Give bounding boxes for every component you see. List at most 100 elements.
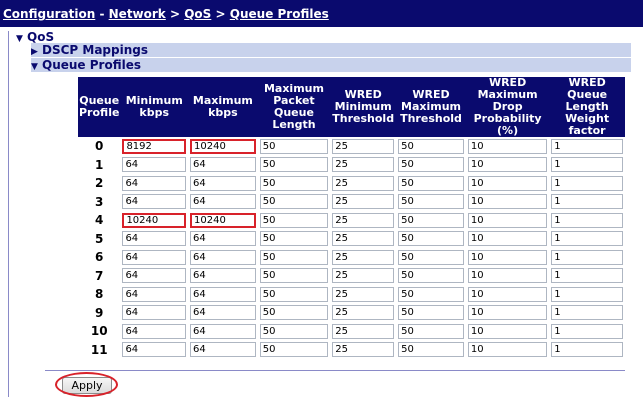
wred-min-threshold-input[interactable] <box>332 212 395 228</box>
wred-drop-probability-input[interactable] <box>467 323 548 339</box>
max-queue-length-input[interactable] <box>259 249 329 265</box>
wred-weight-factor-input[interactable] <box>551 231 623 247</box>
max-kbps-input[interactable] <box>190 157 256 173</box>
queue-profile-number: 8 <box>95 287 104 302</box>
wred-weight-factor-input[interactable] <box>551 323 623 339</box>
min-kbps-input[interactable] <box>122 175 187 191</box>
breadcrumb-configuration[interactable]: Configuration <box>3 7 95 21</box>
wred-min-threshold-input[interactable] <box>332 231 395 247</box>
breadcrumb-network[interactable]: Network <box>109 7 166 21</box>
wred-min-threshold-input[interactable] <box>332 138 395 154</box>
wred-max-threshold-input[interactable] <box>398 286 464 302</box>
wred-weight-factor-input[interactable] <box>551 175 623 191</box>
wred-weight-factor-input[interactable] <box>551 305 623 321</box>
max-kbps-input[interactable] <box>190 323 256 339</box>
max-queue-length-input[interactable] <box>259 231 329 247</box>
wred-drop-probability-input[interactable] <box>467 231 548 247</box>
table-cell <box>258 267 331 286</box>
max-kbps-input[interactable] <box>190 175 256 191</box>
min-kbps-input[interactable] <box>122 194 187 210</box>
wred-drop-probability-input[interactable] <box>467 212 548 228</box>
wred-drop-probability-input[interactable] <box>467 175 548 191</box>
wred-drop-probability-input[interactable] <box>467 342 548 358</box>
min-kbps-input[interactable] <box>122 249 187 265</box>
max-kbps-input[interactable] <box>190 342 256 358</box>
table-cell <box>396 156 466 175</box>
wred-min-threshold-input[interactable] <box>332 249 395 265</box>
queue-profile-number: 7 <box>95 268 104 283</box>
min-kbps-input[interactable] <box>122 212 187 228</box>
max-kbps-input[interactable] <box>190 268 256 284</box>
tree-item-qos[interactable]: ▼ QoS <box>16 30 636 44</box>
max-queue-length-input[interactable] <box>259 194 329 210</box>
wred-drop-probability-input[interactable] <box>467 138 548 154</box>
wred-max-threshold-input[interactable] <box>398 323 464 339</box>
max-queue-length-input[interactable] <box>259 157 329 173</box>
apply-button[interactable]: Apply <box>62 377 112 394</box>
table-cell <box>330 341 396 360</box>
tree-item-queue-profiles[interactable]: ▼ Queue Profiles <box>31 58 631 72</box>
wred-max-threshold-input[interactable] <box>398 268 464 284</box>
max-queue-length-input[interactable] <box>259 138 329 154</box>
min-kbps-input[interactable] <box>122 342 187 358</box>
wred-drop-probability-input[interactable] <box>467 268 548 284</box>
table-cell <box>188 193 258 212</box>
breadcrumb-qos[interactable]: QoS <box>184 7 211 21</box>
wred-min-threshold-input[interactable] <box>332 194 395 210</box>
wred-drop-probability-input[interactable] <box>467 157 548 173</box>
wred-weight-factor-input[interactable] <box>551 342 623 358</box>
max-kbps-input[interactable] <box>190 212 256 228</box>
max-kbps-input[interactable] <box>190 138 256 154</box>
wred-weight-factor-input[interactable] <box>551 212 623 228</box>
wred-drop-probability-input[interactable] <box>467 194 548 210</box>
min-kbps-input[interactable] <box>122 323 187 339</box>
max-kbps-input[interactable] <box>190 305 256 321</box>
wred-drop-probability-input[interactable] <box>467 286 548 302</box>
max-kbps-input[interactable] <box>190 194 256 210</box>
wred-max-threshold-input[interactable] <box>398 157 464 173</box>
max-kbps-input[interactable] <box>190 231 256 247</box>
wred-max-threshold-input[interactable] <box>398 212 464 228</box>
wred-min-threshold-input[interactable] <box>332 175 395 191</box>
wred-max-threshold-input[interactable] <box>398 342 464 358</box>
wred-weight-factor-input[interactable] <box>551 249 623 265</box>
breadcrumb-separator-2: > <box>169 7 181 21</box>
table-cell <box>466 248 549 267</box>
wred-weight-factor-input[interactable] <box>551 194 623 210</box>
wred-weight-factor-input[interactable] <box>551 286 623 302</box>
wred-max-threshold-input[interactable] <box>398 249 464 265</box>
wred-min-threshold-input[interactable] <box>332 342 395 358</box>
max-queue-length-input[interactable] <box>259 342 329 358</box>
max-queue-length-input[interactable] <box>259 268 329 284</box>
max-kbps-input[interactable] <box>190 249 256 265</box>
wred-min-threshold-input[interactable] <box>332 305 395 321</box>
min-kbps-input[interactable] <box>122 231 187 247</box>
wred-weight-factor-input[interactable] <box>551 157 623 173</box>
wred-max-threshold-input[interactable] <box>398 231 464 247</box>
wred-min-threshold-input[interactable] <box>332 157 395 173</box>
max-queue-length-input[interactable] <box>259 212 329 228</box>
max-queue-length-input[interactable] <box>259 305 329 321</box>
wred-min-threshold-input[interactable] <box>332 323 395 339</box>
wred-max-threshold-input[interactable] <box>398 175 464 191</box>
wred-max-threshold-input[interactable] <box>398 305 464 321</box>
wred-max-threshold-input[interactable] <box>398 138 464 154</box>
max-queue-length-input[interactable] <box>259 175 329 191</box>
wred-drop-probability-input[interactable] <box>467 305 548 321</box>
wred-min-threshold-input[interactable] <box>332 286 395 302</box>
min-kbps-input[interactable] <box>122 305 187 321</box>
wred-weight-factor-input[interactable] <box>551 268 623 284</box>
wred-min-threshold-input[interactable] <box>332 268 395 284</box>
min-kbps-input[interactable] <box>122 286 187 302</box>
wred-weight-factor-input[interactable] <box>551 138 623 154</box>
breadcrumb-queue-profiles[interactable]: Queue Profiles <box>230 7 329 21</box>
wred-max-threshold-input[interactable] <box>398 194 464 210</box>
min-kbps-input[interactable] <box>122 268 187 284</box>
max-kbps-input[interactable] <box>190 286 256 302</box>
wred-drop-probability-input[interactable] <box>467 249 548 265</box>
max-queue-length-input[interactable] <box>259 323 329 339</box>
max-queue-length-input[interactable] <box>259 286 329 302</box>
min-kbps-input[interactable] <box>122 138 187 154</box>
min-kbps-input[interactable] <box>122 157 187 173</box>
tree-item-dscp-mappings[interactable]: ▶ DSCP Mappings <box>31 43 631 57</box>
